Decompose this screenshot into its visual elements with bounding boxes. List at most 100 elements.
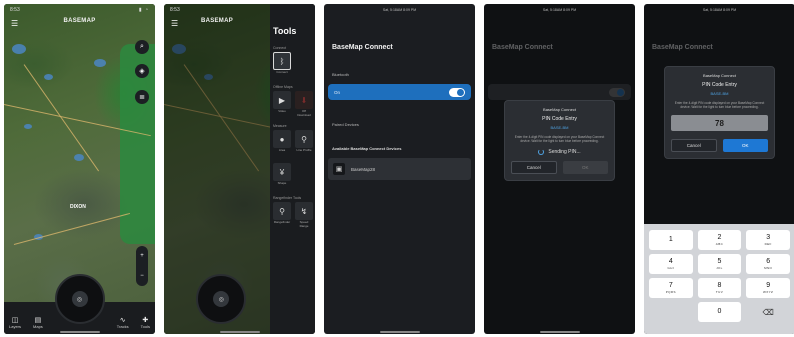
paired-devices-label: Paired Devices xyxy=(332,122,359,127)
pin-dialog: BaseMap Connect PIN Code Entry BASE-BM E… xyxy=(504,100,615,181)
page-title: BaseMap Connect xyxy=(332,44,393,51)
route-icon: ↯ xyxy=(295,202,313,220)
tools-section-label: Connect xyxy=(273,46,287,50)
screen-map: 8:53 ▮ ◔ ☰ BASEMAP ⌕ ◈ ≣ DIXON + − ◫ Laye… xyxy=(4,4,155,334)
tool-rangefinder[interactable]: ⚲ Rangefinder xyxy=(273,202,291,232)
ok-button[interactable]: OK xyxy=(722,139,768,152)
tool-offline-download[interactable]: ⬇ Off Download xyxy=(295,91,313,121)
key-4[interactable]: 4 GHI xyxy=(649,254,693,274)
key-2[interactable]: 2 ABC xyxy=(697,230,742,250)
pin-icon: ⚲ xyxy=(295,130,313,148)
drop-icon: ● xyxy=(273,130,291,148)
map-lake xyxy=(204,74,213,80)
map-lake xyxy=(44,74,53,80)
map-road xyxy=(183,64,260,172)
spinner-icon xyxy=(538,149,545,155)
status-bar: 8:53 ▮ ◔ xyxy=(4,4,155,16)
key-0[interactable]: 0 xyxy=(697,302,742,322)
nav-item-tracks[interactable]: ∿ Tracks xyxy=(117,316,129,329)
map-lake xyxy=(24,124,32,129)
key-5[interactable]: 5 JKL xyxy=(697,254,742,274)
screen-tools: 8:53 ▮ ◔ ☰ BASEMAP ◎ Tools Connect ᛒConn… xyxy=(164,4,315,334)
ok-button[interactable]: OK xyxy=(562,161,608,174)
location-button[interactable]: ◎ xyxy=(54,274,105,324)
nav-item-layers[interactable]: ◫ Layers xyxy=(9,316,21,329)
bluetooth-row[interactable]: On xyxy=(328,84,471,100)
cancel-button[interactable]: Cancel xyxy=(671,139,717,152)
dialog-device-code: BASE-BM xyxy=(550,125,569,130)
key-blank xyxy=(649,302,693,322)
tool-line-profile[interactable]: ⚲ Line Profile xyxy=(295,130,313,160)
dialog-title: PIN Code Entry xyxy=(702,82,737,88)
home-indicator xyxy=(539,331,580,333)
tools-section-label: Measure xyxy=(273,124,287,128)
bluetooth-row-dimmed xyxy=(488,84,631,100)
key-9[interactable]: 9 WXYZ xyxy=(746,278,790,298)
map-lake xyxy=(172,44,186,54)
device-list-item[interactable]: ▣ BaseMap28 xyxy=(328,158,471,180)
zoom-out-icon[interactable]: − xyxy=(140,273,144,279)
key-7[interactable]: 7 PQRS xyxy=(649,278,693,298)
tools-icon: ✚ xyxy=(142,317,149,324)
status-date: Sat, 5:18AM 8:09 PM xyxy=(542,8,577,12)
backspace-icon[interactable]: ⌫ xyxy=(746,302,790,322)
nav-item-maps[interactable]: ▤ Maps xyxy=(33,316,43,329)
compass-icon[interactable]: ◈ xyxy=(135,64,149,78)
crosshair-icon: ◎ xyxy=(213,291,230,307)
sending-status: Sending PIN... xyxy=(511,149,608,155)
zoom-in-icon[interactable]: + xyxy=(140,253,144,259)
screen-basemap-connect: Sat, 5:18AM 8:09 PM BaseMap Connect Blue… xyxy=(324,4,475,334)
tool-video[interactable]: ▶ Video xyxy=(273,91,291,121)
key-1[interactable]: 1 xyxy=(649,230,693,250)
map-title: BASEMAP xyxy=(63,18,96,24)
map-title: BASEMAP xyxy=(200,18,234,24)
dialog-body: Enter the 4-digit PIN code displayed on … xyxy=(514,135,605,143)
status-date: Sat, 5:18AM 8:09 PM xyxy=(702,8,737,12)
status-date: Sat, 5:18AM 8:09 PM xyxy=(382,8,417,12)
device-icon: ▣ xyxy=(333,163,345,175)
home-indicator xyxy=(219,331,260,333)
map-lake xyxy=(12,44,26,54)
dialog-header: BaseMap Connect xyxy=(543,107,576,112)
tools-panel: Tools Connect ᛒ Connect Offline Maps ▶ Vid… xyxy=(270,4,315,334)
dialog-body: Enter the 4-digit PIN code displayed on … xyxy=(674,101,765,109)
bluetooth-section-label: Bluetooth xyxy=(332,72,349,77)
dialog-header: BaseMap Connect xyxy=(703,73,736,78)
bluetooth-state: On xyxy=(334,89,341,95)
layers-icon: ◫ xyxy=(11,317,19,324)
pin-input[interactable]: 78 xyxy=(671,115,768,131)
tool-shape[interactable]: ¥ Shape xyxy=(273,163,291,193)
cancel-button[interactable]: Cancel xyxy=(511,161,557,174)
key-6[interactable]: 6 MNO xyxy=(746,254,790,274)
bluetooth-icon: ᛒ xyxy=(273,52,291,70)
status-bar: Sat, 5:18AM 8:09 PM xyxy=(324,4,475,16)
key-3[interactable]: 3 DEF xyxy=(746,230,790,250)
map-road xyxy=(23,64,100,172)
status-icons: ▮ ◔ xyxy=(138,7,149,13)
home-indicator xyxy=(379,331,420,333)
tool-connect[interactable]: ᛒ Connect xyxy=(273,52,291,82)
map-icon: ▤ xyxy=(34,317,42,324)
screen-pin-sending: Sat, 5:18AM 8:09 PM BaseMap Connect Base… xyxy=(484,4,635,334)
zoom-control[interactable]: + − xyxy=(136,246,148,286)
status-bar: Sat, 5:18AM 8:09 PM xyxy=(644,4,794,16)
tools-section-label: Offline Maps xyxy=(273,85,293,89)
video-icon: ▶ xyxy=(273,91,291,109)
pin-dialog: BaseMap Connect PIN Code Entry BASE-BM E… xyxy=(664,66,775,159)
search-icon[interactable]: ⌕ xyxy=(135,40,149,54)
tool-area[interactable]: ● Area xyxy=(273,130,291,160)
key-8[interactable]: 8 TUV xyxy=(697,278,742,298)
status-bar: Sat, 5:18AM 8:09 PM xyxy=(484,4,635,16)
layers-button-icon[interactable]: ≣ xyxy=(135,90,149,104)
dialog-device-code: BASE-BM xyxy=(710,91,729,96)
home-indicator xyxy=(59,331,100,333)
map-place-label: DIXON xyxy=(70,204,86,210)
map-lake xyxy=(94,59,106,67)
location-pin-icon: ⚲ xyxy=(273,202,291,220)
tools-section-label: Rangefinder Tools xyxy=(273,196,302,200)
tool-speed-range[interactable]: ↯ Speed Range xyxy=(295,202,313,232)
map-lake xyxy=(74,154,84,161)
bluetooth-toggle[interactable] xyxy=(449,87,465,97)
nav-item-tools[interactable]: ✚ Tools xyxy=(141,316,150,329)
tracks-icon: ∿ xyxy=(119,317,126,324)
